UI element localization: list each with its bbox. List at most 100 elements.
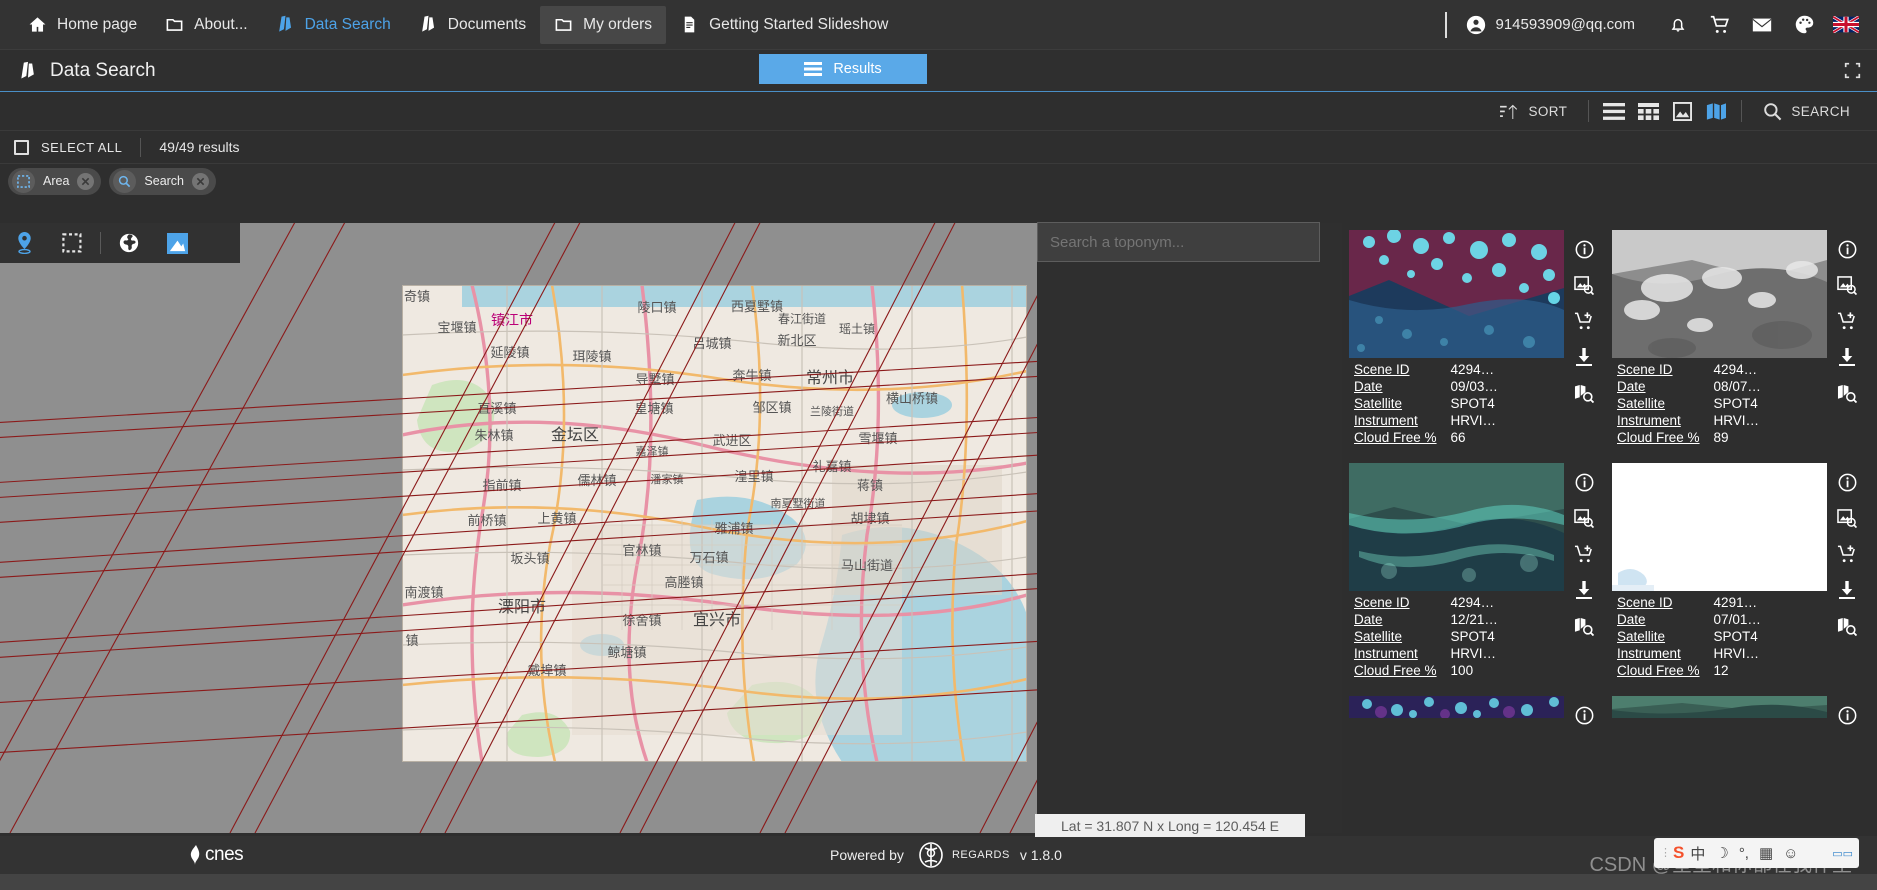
metadata-key[interactable]: Cloud Free % xyxy=(1354,429,1451,446)
chip-remove-button[interactable] xyxy=(77,172,95,190)
metadata-key[interactable]: Scene ID xyxy=(1617,594,1714,611)
ime-user-icon[interactable]: ☺ xyxy=(1779,845,1802,862)
chip-search[interactable]: Search xyxy=(109,167,217,195)
download-button[interactable] xyxy=(1836,579,1858,601)
result-thumbnail[interactable] xyxy=(1349,463,1564,591)
add-to-cart-button[interactable] xyxy=(1573,310,1595,332)
metadata-value: 4291… xyxy=(1713,595,1758,610)
metadata-key[interactable]: Satellite xyxy=(1354,628,1451,645)
select-all-label[interactable]: SELECT ALL xyxy=(41,140,122,155)
nav-item-home-page[interactable]: Home page xyxy=(14,6,151,44)
result-thumbnail[interactable] xyxy=(1349,230,1564,358)
map-right-panel xyxy=(1037,223,1342,833)
map-locate-button[interactable] xyxy=(1836,382,1858,404)
result-card[interactable] xyxy=(1612,696,1867,726)
add-to-cart-button[interactable] xyxy=(1836,543,1858,565)
nav-item-data-search[interactable]: Data Search xyxy=(262,6,405,44)
quicklook-button[interactable] xyxy=(1573,507,1595,529)
info-button[interactable] xyxy=(1573,471,1595,493)
metadata-key[interactable]: Cloud Free % xyxy=(1354,662,1451,679)
map-tool-pin[interactable] xyxy=(0,223,48,263)
ime-punctuation-icon[interactable]: °, xyxy=(1735,845,1753,862)
notifications-button[interactable] xyxy=(1657,5,1699,45)
view-table-button[interactable] xyxy=(1631,95,1665,127)
ime-window-controls[interactable]: ▭▭ xyxy=(1832,847,1853,860)
info-button[interactable] xyxy=(1836,471,1858,493)
cart-button[interactable] xyxy=(1699,5,1741,45)
ime-drag-handle[interactable]: ⋮ xyxy=(1660,848,1671,859)
nav-item-my-orders[interactable]: My orders xyxy=(540,5,667,44)
ime-mode-icon[interactable]: 中 xyxy=(1686,843,1709,864)
language-button[interactable] xyxy=(1825,5,1867,45)
metadata-key[interactable]: Date xyxy=(1617,378,1714,395)
tab-results[interactable]: Results xyxy=(759,54,927,84)
metadata-key[interactable]: Date xyxy=(1354,611,1451,628)
ime-moon-icon[interactable]: ☽ xyxy=(1711,844,1732,862)
metadata-key[interactable]: Scene ID xyxy=(1354,361,1451,378)
search-button[interactable]: SEARCH xyxy=(1750,95,1863,127)
map-locate-button[interactable] xyxy=(1573,615,1595,637)
info-button[interactable] xyxy=(1573,704,1595,726)
add-to-cart-button[interactable] xyxy=(1836,310,1858,332)
metadata-key[interactable]: Cloud Free % xyxy=(1617,662,1714,679)
quicklook-button[interactable] xyxy=(1836,507,1858,529)
view-list-button[interactable] xyxy=(1597,95,1631,127)
ime-logo-icon[interactable]: S xyxy=(1673,843,1684,863)
add-to-cart-button[interactable] xyxy=(1573,543,1595,565)
result-thumbnail[interactable] xyxy=(1612,230,1827,358)
info-button[interactable] xyxy=(1836,238,1858,260)
metadata-key[interactable]: Satellite xyxy=(1617,395,1714,412)
info-button[interactable] xyxy=(1836,704,1858,726)
results-panel[interactable]: Scene ID 4294… Date 09/03… Satellite SPO… xyxy=(1342,223,1877,836)
metadata-key[interactable]: Scene ID xyxy=(1617,361,1714,378)
map-locate-button[interactable] xyxy=(1836,615,1858,637)
result-card[interactable]: Scene ID 4294… Date 09/03… Satellite SPO… xyxy=(1349,230,1604,446)
download-button[interactable] xyxy=(1573,579,1595,601)
fullscreen-button[interactable] xyxy=(1844,62,1861,84)
download-button[interactable] xyxy=(1573,346,1595,368)
map-panel[interactable]: 奇镇 镇江市 宝堰镇 陵口镇 西夏墅镇 春江街道 吕城镇 新北区 珥陵镇 延陵镇… xyxy=(0,223,1342,833)
metadata-key[interactable]: Instrument xyxy=(1617,412,1714,429)
result-card[interactable] xyxy=(1349,696,1604,726)
metadata-row: Date 09/03… xyxy=(1354,378,1498,395)
view-image-button[interactable] xyxy=(1665,95,1699,127)
ime-toolbar[interactable]: ⋮ S 中 ☽ °, ▦ ☺ ▭▭ xyxy=(1654,838,1859,868)
result-thumbnail[interactable] xyxy=(1612,463,1827,591)
metadata-key[interactable]: Satellite xyxy=(1354,395,1451,412)
map-tool-rectangle[interactable] xyxy=(48,223,96,263)
metadata-key[interactable]: Instrument xyxy=(1354,645,1451,662)
metadata-key[interactable]: Satellite xyxy=(1617,628,1714,645)
metadata-key[interactable]: Cloud Free % xyxy=(1617,429,1714,446)
map-tool-layers[interactable] xyxy=(153,223,201,263)
nav-item-getting-started-slideshow[interactable]: Getting Started Slideshow xyxy=(666,6,902,44)
result-card[interactable]: Scene ID 4294… Date 12/21… Satellite SPO… xyxy=(1349,463,1604,679)
result-card[interactable]: Scene ID 4294… Date 08/07… Satellite SPO… xyxy=(1612,230,1867,446)
user-account[interactable]: 914593909@qq.com xyxy=(1465,14,1635,36)
quicklook-button[interactable] xyxy=(1573,274,1595,296)
map-locate-button[interactable] xyxy=(1573,382,1595,404)
toponym-search-box[interactable] xyxy=(1037,222,1320,262)
theme-button[interactable] xyxy=(1783,5,1825,45)
download-button[interactable] xyxy=(1836,346,1858,368)
toponym-search-input[interactable] xyxy=(1038,223,1319,261)
sort-button[interactable]: SORT xyxy=(1487,95,1580,127)
nav-item-documents[interactable]: Documents xyxy=(405,6,540,44)
metadata-key[interactable]: Date xyxy=(1354,378,1451,395)
result-card[interactable]: Scene ID 4291… Date 07/01… Satellite SPO… xyxy=(1612,463,1867,679)
result-thumbnail[interactable] xyxy=(1349,696,1564,718)
map-tool-globe[interactable] xyxy=(105,223,153,263)
quicklook-button[interactable] xyxy=(1836,274,1858,296)
mail-button[interactable] xyxy=(1741,5,1783,45)
select-all-checkbox[interactable] xyxy=(14,139,29,155)
result-thumbnail[interactable] xyxy=(1612,696,1827,718)
metadata-key[interactable]: Instrument xyxy=(1354,412,1451,429)
ime-keyboard-icon[interactable]: ▦ xyxy=(1755,844,1777,862)
info-button[interactable] xyxy=(1573,238,1595,260)
chip-remove-button[interactable] xyxy=(192,172,210,190)
metadata-key[interactable]: Scene ID xyxy=(1354,594,1451,611)
nav-item-about[interactable]: About... xyxy=(151,6,261,44)
chip-area[interactable]: Area xyxy=(8,167,102,195)
view-map-button[interactable] xyxy=(1699,95,1733,127)
metadata-key[interactable]: Date xyxy=(1617,611,1714,628)
metadata-key[interactable]: Instrument xyxy=(1617,645,1714,662)
